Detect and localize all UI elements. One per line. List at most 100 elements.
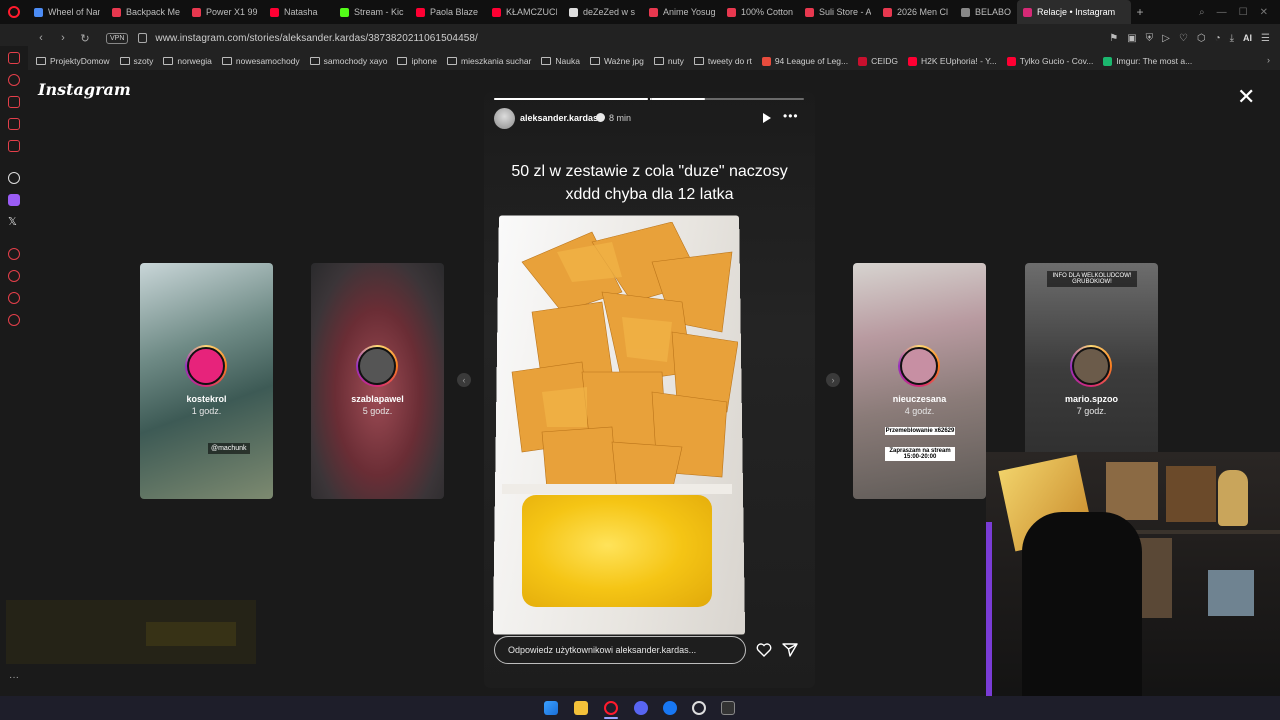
opera-menu-icon[interactable] [0, 0, 28, 24]
more-options-icon[interactable]: ••• [783, 110, 799, 122]
tab-12[interactable]: BELABOX cl [955, 0, 1017, 24]
tab-8[interactable]: Anime Yosug [643, 0, 721, 24]
story-preview-szablapawel[interactable]: szablapawel 5 godz. [311, 263, 444, 499]
shield-icon[interactable]: ⛨ [1146, 33, 1154, 44]
folder-icon [309, 57, 320, 65]
tab-0[interactable]: Wheel of Nan [28, 0, 106, 24]
bookmark-item[interactable]: Imgur: The most a... [1103, 56, 1192, 66]
vpn-badge[interactable]: VPN [106, 32, 129, 44]
bookmark-item[interactable]: ProjektyDomow [36, 56, 110, 66]
tab-10[interactable]: Suli Store - A [799, 0, 877, 24]
wallet-icon[interactable] [8, 96, 20, 108]
send-icon[interactable] [782, 643, 798, 657]
play-icon[interactable] [763, 113, 771, 123]
settings-icon[interactable] [8, 314, 20, 326]
chatgpt-icon[interactable] [8, 172, 20, 184]
sidebar-more-icon[interactable]: ··· [9, 672, 19, 683]
profile-icon[interactable]: ◔ [1215, 33, 1221, 44]
instagram-logo[interactable]: Instagram [38, 80, 131, 99]
messenger-icon[interactable] [8, 52, 20, 64]
tab-4[interactable]: Stream - Kic [334, 0, 410, 24]
x-twitter-icon[interactable]: 𝕏 [8, 216, 20, 228]
story-preview-kostekrol[interactable]: kostekrol 1 godz. @machunk [140, 263, 273, 499]
bookmark-item[interactable]: mieszkania suchar [447, 56, 531, 66]
snapshot-icon[interactable]: ▣ [1127, 33, 1136, 44]
history-icon[interactable] [8, 74, 20, 86]
new-tab-button[interactable]: + [1131, 5, 1149, 19]
bookmark-item[interactable]: Tylko Gucio - Cov... [1006, 56, 1093, 66]
twitch-icon[interactable] [8, 194, 20, 206]
heart-icon[interactable] [756, 643, 772, 657]
avatar [185, 345, 227, 387]
file-explorer-icon[interactable] [574, 701, 588, 715]
url-field[interactable]: www.instagram.com/stories/aleksander.kar… [155, 33, 478, 44]
bookmark-item[interactable]: Nauka [541, 56, 580, 66]
ai-button[interactable]: AI [1243, 33, 1252, 43]
tab-3[interactable]: Natasha [264, 0, 334, 24]
tab-11[interactable]: 2026 Men Cl [877, 0, 955, 24]
forward-button[interactable]: › [54, 32, 72, 44]
bookmark-item[interactable]: tweety do rt [693, 56, 752, 66]
download-icon[interactable]: ⤓ [1230, 33, 1234, 44]
lock-icon[interactable] [138, 33, 148, 43]
preview-banner: Przemeblowanie x62629 [885, 427, 955, 435]
bookmark-item[interactable]: nuty [653, 56, 684, 66]
avatar[interactable] [494, 108, 515, 129]
tab-13[interactable]: Relacje • Instagram [1017, 0, 1131, 24]
story-preview-nieuczesana[interactable]: nieuczesana 4 godz. Przemeblowanie x6262… [853, 263, 986, 499]
minimize-icon[interactable]: — [1217, 7, 1227, 18]
reload-button[interactable]: ↻ [76, 32, 94, 45]
active-story[interactable]: aleksander.kardas 8 min ••• 50 zl w zest… [484, 92, 815, 688]
bookmark-icon[interactable]: ⚑ [1109, 33, 1118, 44]
taskbar [0, 696, 1280, 720]
terminal-icon[interactable] [721, 701, 735, 715]
extensions-icon[interactable]: ⬡ [1197, 33, 1206, 44]
bookmark-item[interactable]: H2K EUphoria! - Y... [908, 56, 997, 66]
tab-favicon-icon [34, 7, 43, 17]
heart-bookmark-icon[interactable]: ♡ [1179, 33, 1188, 44]
bookmark-item[interactable]: Ważne jpg [589, 56, 644, 66]
back-button[interactable]: ‹ [32, 32, 50, 44]
search-tabs-icon[interactable]: ⌕ [1199, 7, 1205, 18]
tab-title: Stream - Kic [354, 7, 404, 17]
tab-7[interactable]: deZeZed w s [563, 0, 643, 24]
bookmark-item[interactable]: 94 League of Leg... [761, 56, 848, 66]
reply-input[interactable]: Odpowiedz użytkownikowi aleksander.karda… [494, 636, 746, 664]
close-window-icon[interactable]: ✕ [1260, 7, 1268, 18]
bookmark-item[interactable]: CEIDG [858, 56, 898, 66]
opera-taskbar-icon[interactable] [604, 701, 618, 715]
tab-6[interactable]: KŁAMCZUCI [486, 0, 563, 24]
player-icon[interactable] [8, 118, 20, 130]
preview-banner: Zapraszam na stream 15:00-20:00 [885, 447, 955, 461]
tab-9[interactable]: 100% Cotton [721, 0, 799, 24]
windows-start-icon[interactable] [544, 701, 558, 715]
story-time: 8 min [609, 113, 632, 123]
clock-icon[interactable] [8, 270, 20, 282]
tab-title: Paola Blaze [430, 7, 479, 17]
story-username[interactable]: aleksander.kardas [520, 113, 598, 123]
bookmark-item[interactable]: samochody xayo [309, 56, 387, 66]
flow-icon[interactable] [8, 248, 20, 260]
bookmarks-overflow-icon[interactable]: › [1267, 55, 1270, 65]
tab-1[interactable]: Backpack Me [106, 0, 186, 24]
tab-2[interactable]: Power X1 99 [186, 0, 264, 24]
previous-story-arrow[interactable]: ‹ [457, 373, 471, 387]
folder-icon [397, 57, 408, 65]
play-media-icon[interactable]: ▷ [1162, 33, 1170, 44]
bookmark-item[interactable]: szoty [119, 56, 153, 66]
bookmark-item[interactable]: iphone [397, 56, 437, 66]
steam-icon[interactable] [692, 701, 706, 715]
bookmark-item[interactable]: nowesamochody [221, 56, 300, 66]
close-icon[interactable]: ✕ [1237, 86, 1255, 108]
maximize-icon[interactable]: ☐ [1239, 7, 1248, 18]
next-story-arrow[interactable]: › [826, 373, 840, 387]
menu-icon[interactable]: ☰ [1261, 33, 1270, 44]
tab-5[interactable]: Paola Blaze [410, 0, 486, 24]
pinboard-icon[interactable] [8, 292, 20, 304]
gmail-icon[interactable] [8, 140, 20, 152]
bookmark-item[interactable]: norwegia [163, 56, 212, 66]
verified-icon [596, 113, 605, 122]
facebook-icon[interactable] [663, 701, 677, 715]
preview-username: szablapawel [351, 394, 404, 404]
discord-icon[interactable] [634, 701, 648, 715]
